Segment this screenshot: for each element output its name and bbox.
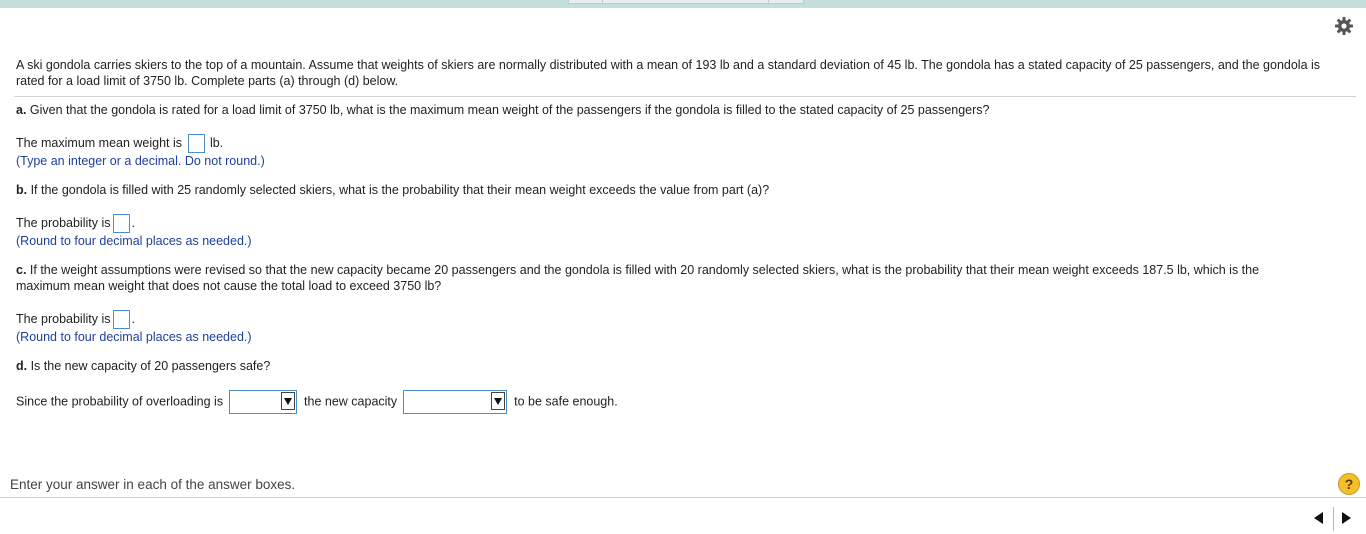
chevron-down-icon[interactable] — [490, 392, 505, 410]
part-d-question: d. Is the new capacity of 20 passengers … — [16, 358, 270, 374]
part-c-label: c. — [16, 263, 27, 277]
part-d-label: d. — [16, 359, 28, 373]
probability-c-input[interactable] — [112, 310, 130, 329]
max-mean-weight-input[interactable] — [187, 134, 205, 153]
part-b-answer-row: The probability is. — [16, 214, 135, 233]
answer-instruction: Enter your answer in each of the answer … — [10, 477, 296, 492]
question-intro: A ski gondola carries skiers to the top … — [16, 57, 1326, 89]
part-b-hint: (Round to four decimal places as needed.… — [16, 234, 252, 248]
previous-arrow-icon[interactable] — [1306, 507, 1330, 531]
part-b-text: If the gondola is filled with 25 randoml… — [27, 183, 770, 197]
part-a-answer-suffix: lb. — [210, 135, 224, 150]
part-a-question: a. Given that the gondola is rated for a… — [16, 102, 990, 118]
part-d-sentence-end: to be safe enough. — [514, 394, 618, 409]
part-d-sentence-start: Since the probability of overloading is — [16, 394, 224, 409]
top-bar-tab[interactable] — [768, 0, 804, 4]
top-bar — [0, 0, 1366, 8]
help-icon[interactable]: ? — [1338, 473, 1360, 495]
next-arrow-icon[interactable] — [1334, 507, 1358, 531]
part-c-answer-row: The probability is. — [16, 310, 135, 329]
intro-divider — [14, 96, 1356, 97]
part-b-answer-suffix: . — [131, 215, 135, 230]
part-a-answer-row: The maximum mean weight is lb. — [16, 134, 223, 153]
gear-icon[interactable] — [1334, 16, 1354, 36]
probability-b-input[interactable] — [112, 214, 130, 233]
capacity-safety-dropdown[interactable] — [402, 390, 507, 414]
part-c-hint: (Round to four decimal places as needed.… — [16, 330, 252, 344]
part-a-text: Given that the gondola is rated for a lo… — [26, 103, 990, 117]
footer-divider — [0, 497, 1366, 498]
part-b-label: b. — [16, 183, 28, 197]
part-c-answer-suffix: . — [131, 311, 135, 326]
top-bar-tab[interactable] — [568, 0, 604, 4]
part-d-sentence-middle: the new capacity — [304, 394, 398, 409]
part-c-question: c. If the weight assumptions were revise… — [16, 262, 1316, 294]
part-a-hint: (Type an integer or a decimal. Do not ro… — [16, 154, 265, 168]
part-b-answer-prefix: The probability is — [16, 215, 111, 230]
part-c-answer-prefix: The probability is — [16, 311, 111, 326]
overload-probability-dropdown[interactable] — [228, 390, 297, 414]
part-c-text: If the weight assumptions were revised s… — [16, 263, 1260, 293]
part-d-answer-row: Since the probability of overloading is … — [16, 390, 618, 414]
part-a-label: a. — [16, 103, 27, 117]
part-a-answer-prefix: The maximum mean weight is — [16, 135, 183, 150]
top-bar-tab[interactable] — [602, 0, 770, 4]
part-b-question: b. If the gondola is filled with 25 rand… — [16, 182, 769, 198]
chevron-down-icon[interactable] — [280, 392, 295, 410]
intro-text: A ski gondola carries skiers to the top … — [16, 58, 1321, 88]
part-d-text: Is the new capacity of 20 passengers saf… — [27, 359, 271, 373]
